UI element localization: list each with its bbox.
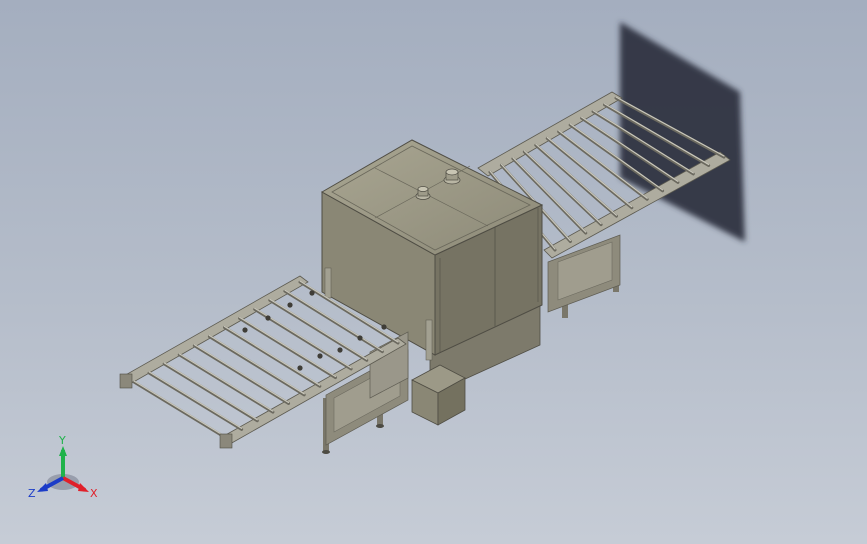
cad-viewport[interactable]: Y X Z bbox=[0, 0, 867, 544]
bolt bbox=[317, 353, 323, 359]
roller bbox=[534, 143, 618, 218]
bolt bbox=[381, 324, 387, 330]
bolt bbox=[265, 315, 271, 321]
bolt bbox=[337, 347, 343, 353]
roller bbox=[535, 143, 618, 216]
triad-x-label: X bbox=[90, 487, 98, 500]
roller bbox=[192, 344, 291, 405]
machine-model: Y X Z bbox=[28, 22, 745, 500]
roller bbox=[207, 335, 306, 397]
roller bbox=[546, 136, 633, 208]
roller bbox=[133, 380, 227, 438]
triad-y-label: Y bbox=[58, 434, 66, 447]
roller bbox=[238, 316, 337, 380]
control-box bbox=[411, 364, 466, 426]
bolt bbox=[242, 327, 248, 333]
main-cabinet bbox=[320, 139, 544, 396]
bolt bbox=[357, 335, 363, 341]
bolt bbox=[287, 302, 293, 308]
bolt bbox=[309, 290, 315, 296]
roller bbox=[223, 325, 322, 388]
roller bbox=[545, 136, 634, 210]
coordinate-triad-icon: Y X Z bbox=[28, 434, 98, 500]
roller bbox=[177, 353, 275, 414]
bolt bbox=[297, 365, 303, 371]
triad-z-label: Z bbox=[28, 487, 36, 500]
